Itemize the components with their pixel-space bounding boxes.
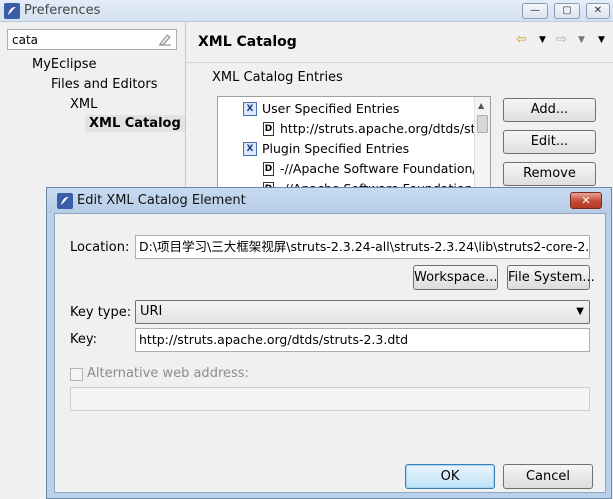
dialog-close-button[interactable]: ✕ bbox=[570, 192, 602, 209]
key-type-select[interactable]: URI ▼ bbox=[135, 300, 590, 324]
workspace-button[interactable]: Workspace... bbox=[413, 265, 498, 290]
view-menu-icon[interactable]: ▼ bbox=[598, 35, 605, 45]
ok-button[interactable]: OK bbox=[405, 464, 495, 489]
xml-catalog-icon: X bbox=[243, 142, 257, 156]
chevron-down-icon: ▼ bbox=[576, 306, 584, 317]
location-label: Location: bbox=[70, 240, 130, 255]
eclipse-icon bbox=[4, 3, 20, 19]
add-button[interactable]: Add... bbox=[503, 98, 596, 122]
title-separator bbox=[186, 62, 613, 63]
file-system-button[interactable]: File System... bbox=[507, 265, 595, 290]
back-arrow-icon[interactable]: ⇦ bbox=[516, 32, 527, 47]
key-field[interactable]: http://struts.apache.org/dtds/struts-2.3… bbox=[135, 328, 590, 352]
eclipse-icon bbox=[57, 193, 73, 209]
dtd-file-icon: D bbox=[263, 122, 274, 136]
clear-filter-icon[interactable] bbox=[158, 33, 172, 46]
filter-input-value: cata bbox=[12, 33, 39, 47]
maximize-button[interactable]: ▢ bbox=[554, 3, 580, 19]
key-type-value: URI bbox=[140, 304, 163, 319]
tree-item-xml[interactable]: XML bbox=[70, 97, 97, 112]
entry-label: -//Apache Software Foundation//DTD Strut… bbox=[280, 161, 490, 176]
entry-label: User Specified Entries bbox=[262, 101, 400, 116]
forward-menu-chevron-icon[interactable]: ▼ bbox=[578, 35, 585, 45]
alternative-web-address-field bbox=[70, 387, 590, 411]
alternative-web-address-checkbox[interactable] bbox=[70, 368, 83, 381]
preferences-titlebar: Preferences — ▢ ✕ bbox=[0, 0, 613, 22]
tree-item-files-and-editors[interactable]: Files and Editors bbox=[51, 77, 158, 92]
key-type-label: Key type: bbox=[70, 305, 132, 320]
forward-arrow-icon[interactable]: ⇨ bbox=[556, 32, 567, 47]
remove-button[interactable]: Remove bbox=[503, 162, 596, 186]
location-field[interactable]: D:\项目学习\三大框架视屏\struts-2.3.24-all\struts-… bbox=[135, 235, 590, 259]
history-navigation: ⇦ ▼ ⇨ ▼ ▼ bbox=[514, 32, 609, 50]
dialog-title: Edit XML Catalog Element bbox=[77, 193, 246, 208]
tree-item-xml-catalog[interactable]: XML Catalog bbox=[85, 115, 185, 132]
edit-catalog-dialog: Edit XML Catalog Element ✕ Location: D:\… bbox=[46, 187, 612, 499]
cancel-button[interactable]: Cancel bbox=[503, 464, 593, 489]
preferences-close-button[interactable]: ✕ bbox=[586, 3, 610, 19]
scroll-up-icon[interactable]: ▲ bbox=[478, 101, 484, 110]
xml-catalog-icon: X bbox=[243, 102, 257, 116]
catalog-entries-label: XML Catalog Entries bbox=[212, 70, 343, 85]
tree-item-myeclipse[interactable]: MyEclipse bbox=[32, 57, 97, 72]
key-label: Key: bbox=[70, 332, 98, 347]
edit-button[interactable]: Edit... bbox=[503, 130, 596, 154]
entry-label: Plugin Specified Entries bbox=[262, 141, 410, 156]
entry-label: http://struts.apache.org/dtds/struts-2.3… bbox=[280, 121, 490, 136]
minimize-button[interactable]: — bbox=[522, 3, 548, 19]
page-title: XML Catalog bbox=[198, 34, 297, 50]
alternative-web-address-label: Alternative web address: bbox=[87, 366, 249, 381]
dialog-body: Location: D:\项目学习\三大框架视屏\struts-2.3.24-a… bbox=[54, 213, 606, 493]
preferences-window-title: Preferences bbox=[24, 3, 101, 18]
back-menu-chevron-icon[interactable]: ▼ bbox=[539, 35, 546, 45]
filter-input[interactable]: cata bbox=[7, 29, 177, 50]
dialog-titlebar: Edit XML Catalog Element ✕ bbox=[47, 188, 611, 213]
scrollbar-thumb[interactable] bbox=[477, 115, 488, 133]
dtd-file-icon: D bbox=[263, 162, 274, 176]
